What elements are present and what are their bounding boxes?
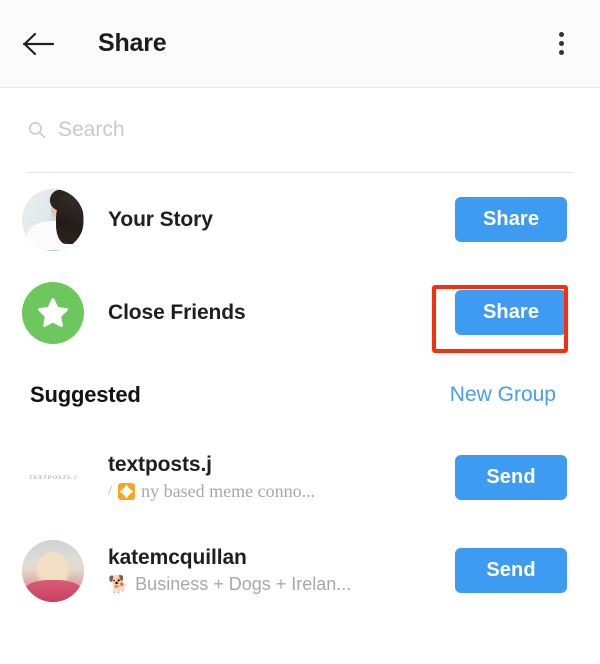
search-input[interactable] [58, 118, 572, 142]
destination-name: Your Story [108, 207, 213, 231]
suggested-text: textposts.j / ny based meme conno... [108, 453, 455, 502]
suggested-subtitle: / ny based meme conno... [108, 481, 455, 502]
suggested-username: textposts.j [108, 453, 212, 476]
suggested-section-header: Suggested New Group [0, 359, 600, 431]
subtitle-text: ny based meme conno... [141, 481, 316, 501]
arrow-left-icon [22, 32, 55, 55]
subtitle-prefix: / [108, 483, 113, 499]
dog-emoji: 🐕 [108, 575, 130, 594]
share-button-close-friends[interactable]: Share [455, 290, 567, 335]
send-button-textposts[interactable]: Send [455, 455, 567, 500]
sun-emoji [118, 483, 136, 500]
search-row[interactable] [0, 88, 600, 172]
destination-text: Close Friends [108, 301, 455, 325]
section-title: Suggested [30, 382, 141, 407]
avatar [22, 281, 84, 344]
page-title: Share [98, 29, 167, 57]
new-group-link[interactable]: New Group [450, 383, 556, 407]
suggested-subtitle: 🐕 Business + Dogs + Irelan... [108, 574, 455, 595]
more-vertical-icon-dot-1 [558, 32, 564, 37]
suggested-row-textposts[interactable]: TEXTPOSTS.J textposts.j / ny based meme … [0, 431, 600, 524]
share-button-your-story[interactable]: Share [455, 197, 567, 242]
more-vertical-icon-dot-2 [558, 41, 564, 46]
more-options-button[interactable] [546, 22, 576, 66]
destination-name: Close Friends [108, 300, 246, 324]
subtitle-text: Business + Dogs + Irelan... [135, 574, 352, 594]
suggested-text: katemcquillan 🐕 Business + Dogs + Irelan… [108, 546, 455, 595]
avatar-logo-text: TEXTPOSTS.J [28, 474, 78, 481]
back-button[interactable] [22, 22, 66, 66]
more-vertical-icon-dot-3 [558, 50, 564, 55]
katemcquillan-profile-photo [22, 539, 84, 602]
suggested-username: katemcquillan [108, 546, 247, 569]
destination-row-your-story[interactable]: Your Story Share [0, 173, 600, 266]
your-story-profile-photo [22, 188, 84, 251]
app-header: Share [0, 0, 600, 88]
destination-text: Your Story [108, 208, 455, 232]
avatar [22, 539, 84, 602]
avatar [22, 188, 84, 251]
send-button-katemcquillan[interactable]: Send [455, 548, 567, 593]
suggested-row-katemcquillan[interactable]: katemcquillan 🐕 Business + Dogs + Irelan… [0, 524, 600, 617]
close-friends-star-icon [38, 297, 68, 327]
avatar: TEXTPOSTS.J [22, 446, 84, 509]
search-icon [29, 122, 45, 138]
share-sheet-screen: Share Your Story Share [0, 0, 600, 664]
destination-row-close-friends[interactable]: Close Friends Share [0, 266, 600, 359]
